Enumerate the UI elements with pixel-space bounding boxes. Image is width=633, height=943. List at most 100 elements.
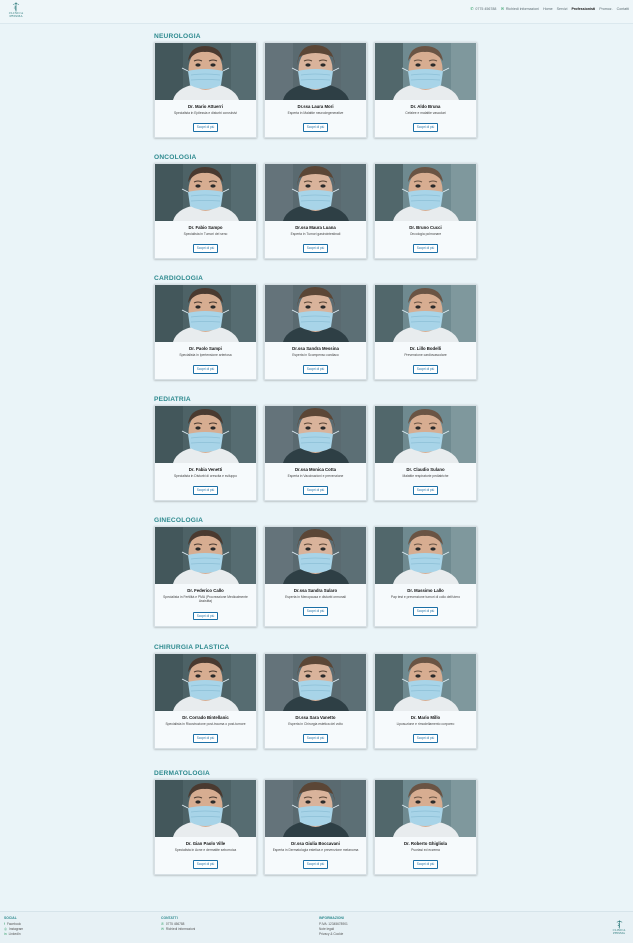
footer-contact-label: Richiedi informazioni bbox=[165, 926, 196, 931]
doctor-name: Dr.ssa Monica Cotta bbox=[294, 467, 337, 472]
learn-more-button[interactable]: Scopri di più bbox=[302, 607, 329, 616]
doctor-card: Dr.ssa Maura Luana Esperta in Tumori gast… bbox=[264, 163, 367, 260]
nav-item-contatti[interactable]: Contatti bbox=[617, 7, 629, 11]
doctor-cards: Dr. Federico Callo Specialista in Fertili… bbox=[154, 526, 480, 627]
nav-item-0775-456788[interactable]: ✆ 0775 456788 bbox=[470, 7, 497, 12]
learn-more-button[interactable]: Scopri di più bbox=[412, 244, 439, 253]
footer-info-link[interactable]: Privacy & Cookie bbox=[319, 932, 348, 937]
doctor-cards: Dr. Fabia Venetti Specialista in Disturbi… bbox=[154, 405, 480, 502]
doctor-specialty: Specialista in Epilessia e disturbi conv… bbox=[173, 111, 238, 115]
doctor-card-body: Dr. Mario Millo Liposuzione e rimodellame… bbox=[375, 711, 476, 748]
learn-more-button[interactable]: Scopri di più bbox=[192, 611, 219, 620]
section-title: NEUROLOGIA bbox=[154, 33, 201, 40]
doctor-name: Dr. Mario Millo bbox=[410, 715, 441, 720]
doctor-card: Dr.ssa Giulia Boccavani Esperta in Dermat… bbox=[264, 779, 367, 876]
specialty-section: GINECOLOGIA Dr. Federico Callo Specialista… bbox=[154, 516, 480, 627]
nav-item-label: Home bbox=[543, 7, 553, 11]
doctor-specialty: Specialista in Fertilità e PMA (Procreaz… bbox=[163, 595, 248, 604]
doctor-card: Dr.ssa Monica Cotta Esperta in Vaccinazio… bbox=[264, 405, 367, 502]
learn-more-button[interactable]: Scopri di più bbox=[192, 365, 219, 374]
doctor-photo bbox=[155, 654, 256, 711]
clinic-logo[interactable]: CLINICA PRISMA bbox=[7, 2, 25, 21]
doctor-card-body: Dr. Federico Callo Specialista in Fertili… bbox=[155, 584, 256, 626]
doctor-photo bbox=[265, 780, 366, 837]
doctor-photo bbox=[375, 164, 476, 221]
doctor-photo bbox=[375, 780, 476, 837]
doctor-name: Dr. Claudio Sulano bbox=[406, 467, 445, 472]
doctor-specialty: Esperta in Chirurgia estetica del volto bbox=[288, 722, 343, 726]
doctor-card-body: Dr.ssa Monica Cotta Esperta in Vaccinazio… bbox=[265, 463, 366, 500]
footer-social-label: LinkedIn bbox=[8, 931, 21, 936]
doctor-card: Dr. Federico Callo Specialista in Fertili… bbox=[154, 526, 257, 627]
doctor-photo bbox=[265, 43, 366, 100]
learn-more-button[interactable]: Scopri di più bbox=[192, 860, 219, 869]
doctor-photo bbox=[155, 406, 256, 463]
doctor-card-body: Dr. Massimo Lallo Pap test e prevenzione … bbox=[375, 584, 476, 621]
section-title: ONCOLOGIA bbox=[154, 154, 197, 161]
learn-more-button[interactable]: Scopri di più bbox=[412, 365, 439, 374]
nav-item-home[interactable]: Home bbox=[543, 7, 553, 11]
section-title: GINECOLOGIA bbox=[154, 517, 204, 524]
learn-more-button[interactable]: Scopri di più bbox=[302, 486, 329, 495]
learn-more-button[interactable]: Scopri di più bbox=[412, 607, 439, 616]
nav-item-professionisti[interactable]: Professionisti bbox=[571, 7, 595, 11]
doctor-name: Dr. Aldo Bruna bbox=[410, 104, 441, 109]
footer-contacts-title: CONTATTI bbox=[161, 916, 178, 920]
doctor-specialty: Specialista in Ricostruzione post-trauma… bbox=[165, 722, 246, 726]
doctor-name: Dr. Fabio Sampo bbox=[188, 225, 223, 230]
learn-more-button[interactable]: Scopri di più bbox=[302, 244, 329, 253]
nav-item-label: 0775 456788 bbox=[475, 7, 497, 11]
nav-item-label: Richiedi informazioni bbox=[505, 7, 540, 11]
linkedin-icon: in bbox=[4, 931, 7, 936]
doctor-card-body: Dr. Fabia Venetti Specialista in Disturbi… bbox=[155, 463, 256, 500]
doctor-card-body: Dr.ssa Laura Mori Esperta in Malattie neu… bbox=[265, 100, 366, 137]
footer-social-link[interactable]: in LinkedIn bbox=[4, 932, 23, 937]
footer-contact-link[interactable]: ✉ Richiedi informazioni bbox=[161, 927, 195, 932]
footer-logo[interactable]: CLINICA PRISMA bbox=[611, 920, 627, 935]
doctor-specialty: Esperta in Scompenso cardiaco bbox=[292, 353, 339, 357]
specialty-section: NEUROLOGIA Dr. Mario Attuerri Specialista … bbox=[154, 32, 480, 139]
doctor-card-body: Dr.ssa Giulia Boccavani Esperta in Dermat… bbox=[265, 837, 366, 874]
learn-more-button[interactable]: Scopri di più bbox=[302, 365, 329, 374]
learn-more-button[interactable]: Scopri di più bbox=[302, 860, 329, 869]
learn-more-button[interactable]: Scopri di più bbox=[192, 123, 219, 132]
footer-contacts: CONTATTI ✆ 0775 456788 ✉ Richiedi informazi… bbox=[161, 916, 195, 932]
doctor-card: Dr. Massimo Lallo Pap test e prevenzione … bbox=[374, 526, 477, 627]
doctor-photo bbox=[155, 285, 256, 342]
doctor-specialty: Psoriasi ed eczema bbox=[411, 848, 440, 852]
learn-more-button[interactable]: Scopri di più bbox=[412, 860, 439, 869]
doctor-card-body: Dr.ssa Maura Luana Esperta in Tumori gast… bbox=[265, 221, 366, 258]
nav-item-promoz-[interactable]: Promoz. bbox=[599, 7, 612, 11]
nav-item-richiedi-informazioni[interactable]: ✉ Richiedi informazioni bbox=[500, 7, 540, 12]
doctor-card-body: Dr.ssa Sara Vanetto Esperta in Chirurgia … bbox=[265, 711, 366, 748]
learn-more-button[interactable]: Scopri di più bbox=[192, 244, 219, 253]
doctor-card-body: Dr. Bruno Cucci Oncologia polmonare Scopri… bbox=[375, 221, 476, 258]
doctor-specialty: Oncologia polmonare bbox=[409, 232, 442, 236]
doctor-photo bbox=[375, 527, 476, 584]
doctor-card: Dr. Roberto Ghigliola Psoriasi ed eczema S… bbox=[374, 779, 477, 876]
footer-info-title: INFORMAZIONI bbox=[319, 916, 344, 920]
learn-more-button[interactable]: Scopri di più bbox=[412, 123, 439, 132]
doctor-name: Dr. Massimo Lallo bbox=[407, 588, 444, 593]
learn-more-button[interactable]: Scopri di più bbox=[192, 486, 219, 495]
doctor-specialty: Pap test e prevenzione tumori di collo d… bbox=[390, 595, 461, 599]
doctor-name: Dr. Corrado Bintellanic bbox=[182, 715, 229, 720]
doctor-card-body: Dr. Gian Paolo Ville Specialista in Acne … bbox=[155, 837, 256, 874]
doctor-card: Dr. Gian Paolo Ville Specialista in Acne … bbox=[154, 779, 257, 876]
learn-more-button[interactable]: Scopri di più bbox=[302, 123, 329, 132]
learn-more-button[interactable]: Scopri di più bbox=[192, 734, 219, 743]
doctor-specialty: Esperta in Menopausa e disturbi ormonali bbox=[285, 595, 346, 599]
specialty-section: CARDIOLOGIA Dr. Paolo Sampi Specialista in… bbox=[154, 274, 480, 381]
doctor-card: Dr. Claudio Sulano Malattie respiratorie … bbox=[374, 405, 477, 502]
doctor-specialty: Esperta in Malattie neurodegenerative bbox=[287, 111, 344, 115]
learn-more-button[interactable]: Scopri di più bbox=[412, 734, 439, 743]
learn-more-button[interactable]: Scopri di più bbox=[302, 734, 329, 743]
doctor-name: Dr. Bruno Cucci bbox=[409, 225, 442, 230]
specialty-section: PEDIATRIA Dr. Fabia Venetti Specialista in… bbox=[154, 395, 480, 502]
doctor-card: Dr.ssa Sara Vanetto Esperta in Chirurgia … bbox=[264, 653, 367, 750]
doctor-card-body: Dr.ssa Sandra Messina Esperta in Scompens… bbox=[265, 342, 366, 379]
doctor-cards: Dr. Mario Attuerri Specialista in Epiless… bbox=[154, 42, 480, 139]
learn-more-button[interactable]: Scopri di più bbox=[412, 486, 439, 495]
doctor-photo bbox=[155, 780, 256, 837]
nav-item-servizi[interactable]: Servizi bbox=[557, 7, 568, 11]
